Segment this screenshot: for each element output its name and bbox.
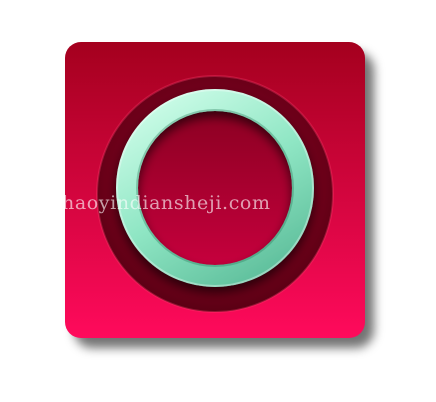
ring-icon bbox=[65, 42, 365, 338]
ring-app-icon bbox=[65, 42, 365, 338]
canvas: haoyindiansheji.com bbox=[0, 0, 436, 402]
